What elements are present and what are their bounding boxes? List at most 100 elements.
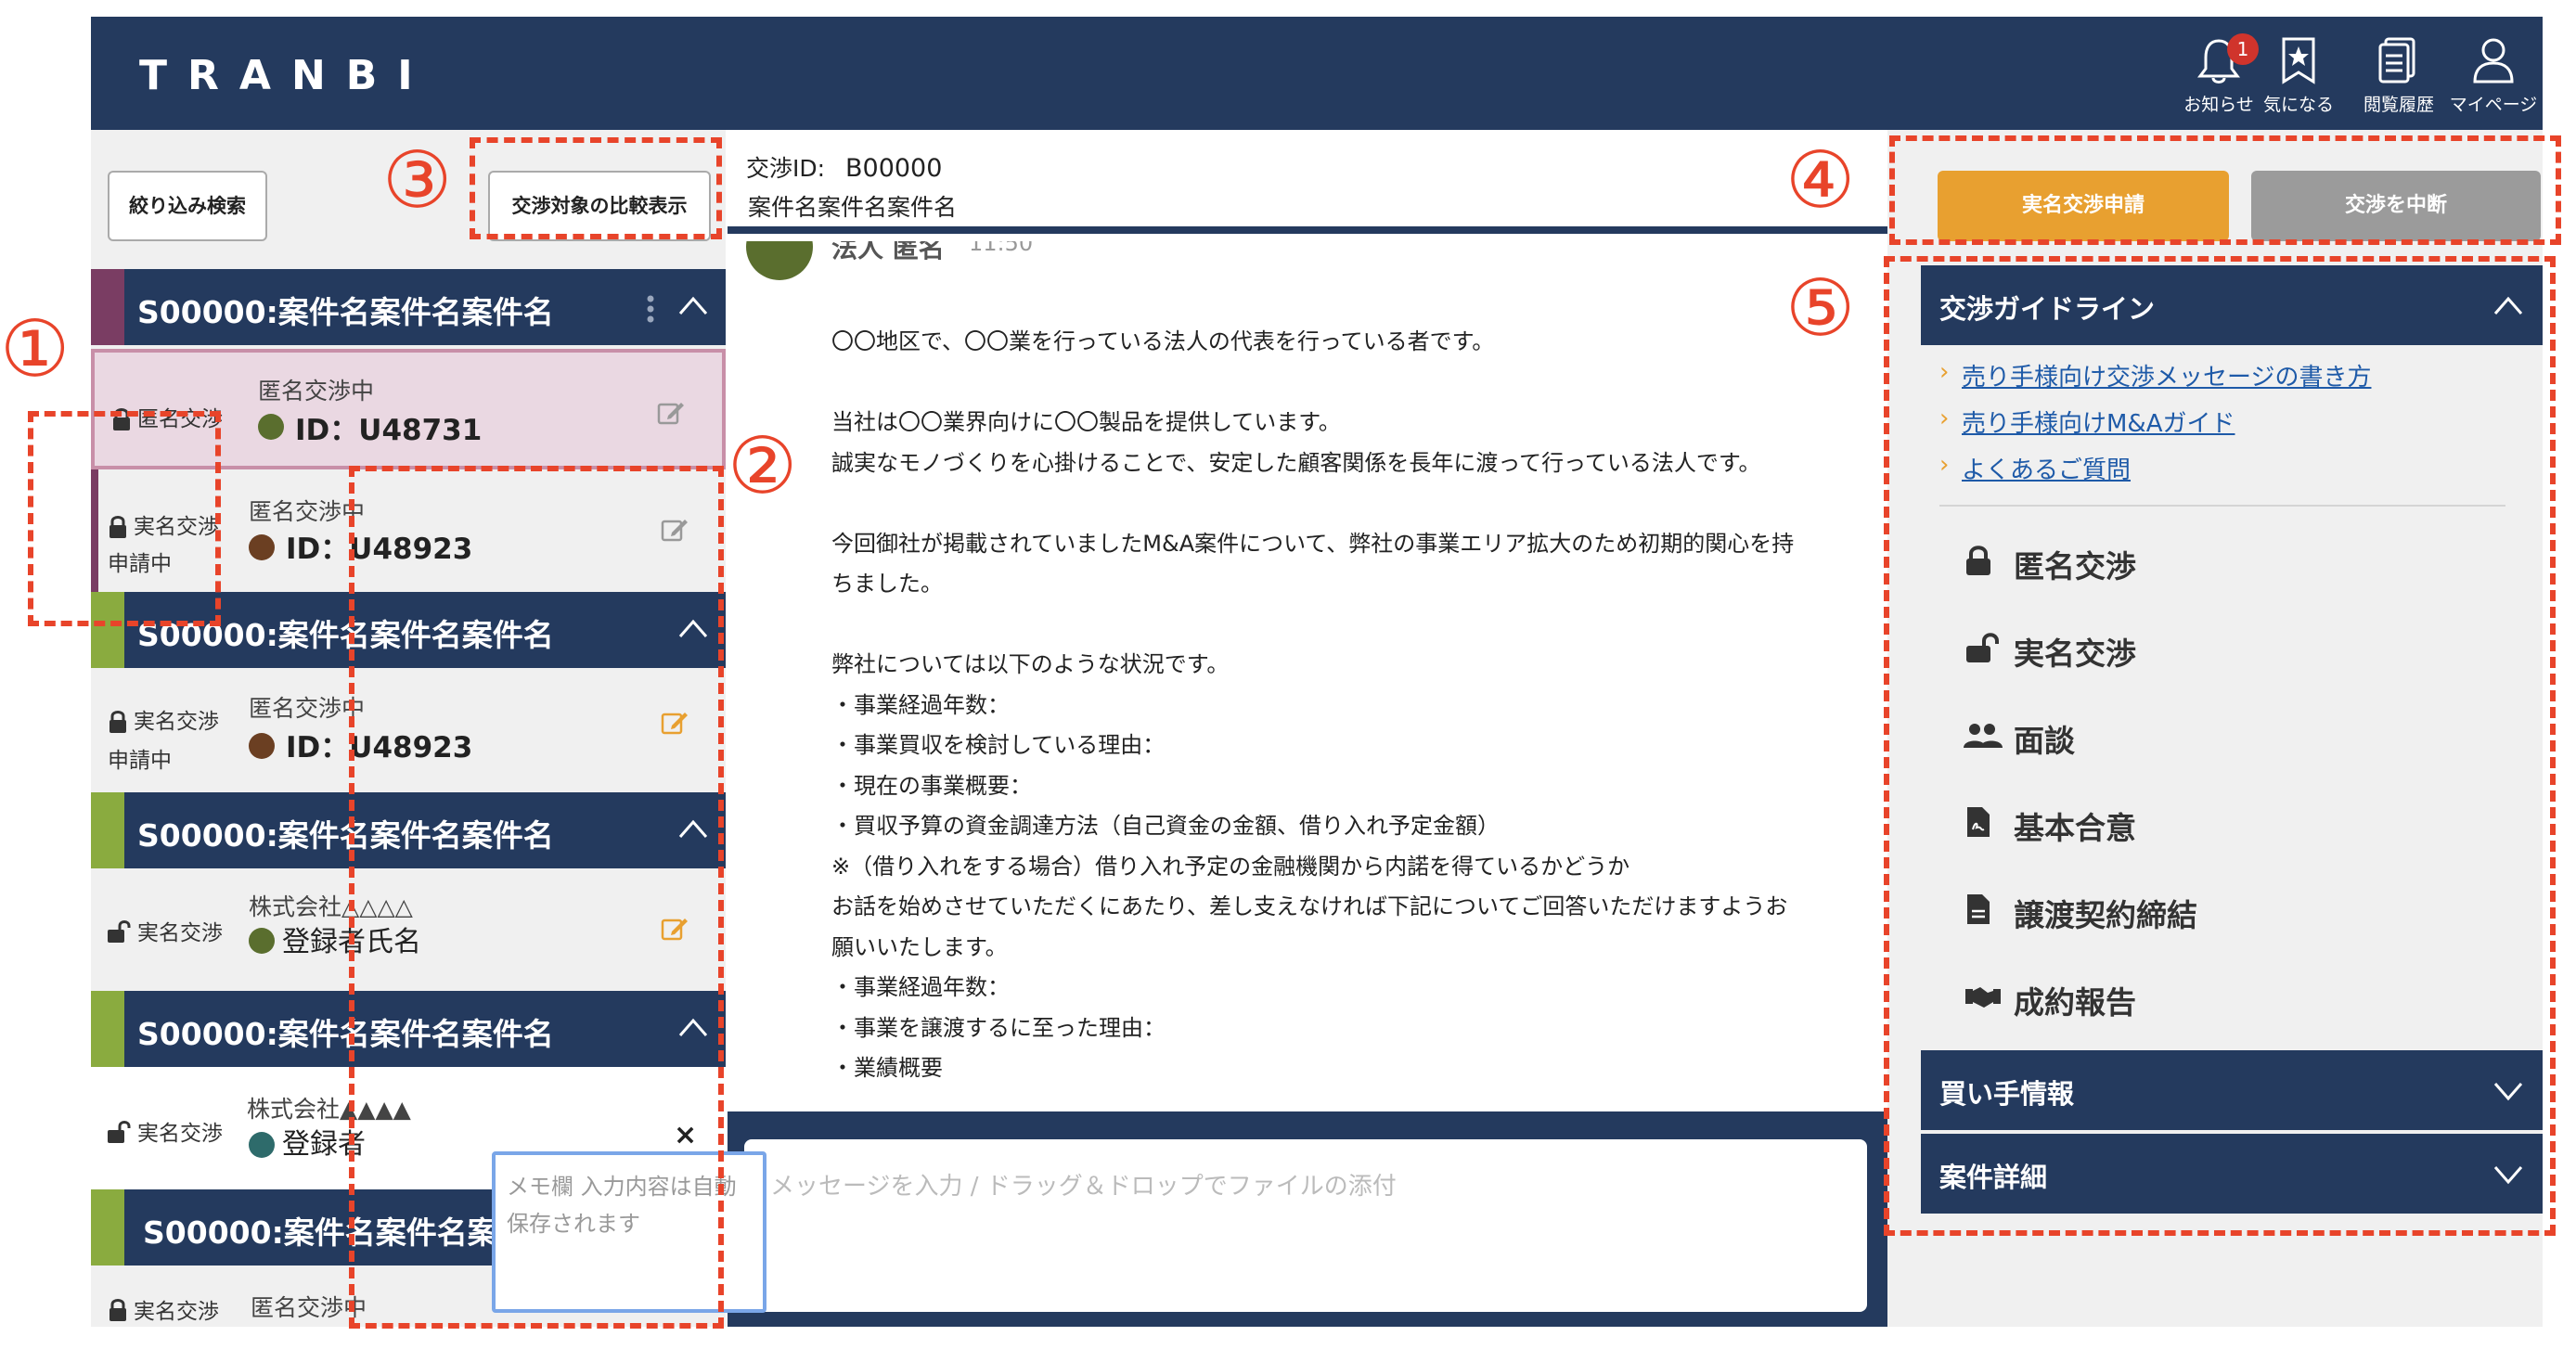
edit-memo-icon[interactable] (661, 516, 689, 542)
negotiation-stage: 匿名交渉 (137, 407, 223, 431)
message-line: 誠実なモノづくりを心掛けることで、安定した顧客関係を長年に渡って行っている法人で… (831, 449, 1761, 476)
lock-icon (109, 711, 126, 733)
negotiation-id-row: 交渉ID: B00000 (746, 150, 942, 184)
message-composer (728, 1111, 1887, 1327)
avatar (746, 241, 813, 280)
case-group-header[interactable]: S00000:案件名案件名案件名 (91, 592, 726, 668)
user-dot (258, 414, 284, 440)
edit-memo-icon[interactable] (657, 399, 685, 425)
handshake-icon (1965, 987, 2001, 1008)
message-line: ・買収予算の資金調達方法（自己資金の金額、借り入れ予定金額） (831, 813, 1500, 839)
user-dot (249, 733, 275, 759)
document-icon (1967, 894, 1990, 924)
unlock-icon (108, 920, 131, 943)
memo-input[interactable] (492, 1151, 766, 1313)
chevron-up-icon[interactable] (677, 1013, 709, 1041)
logo[interactable]: TRANBI (139, 52, 433, 99)
step-label: 実名交渉 (2014, 636, 2136, 672)
case-group-header[interactable]: S00000:案件名案件名案件名 (91, 991, 726, 1067)
case-detail-section-header[interactable]: 案件詳細 (1921, 1134, 2543, 1214)
bookmark-star-icon (2282, 37, 2315, 84)
user-dot (249, 928, 275, 954)
nav-history[interactable]: 閲覧履歴 (2348, 30, 2450, 122)
guide-link-message-writing[interactable]: 売り手様向け交渉メッセージの書き方 (1962, 358, 2371, 392)
user-id: ID：U48923 (286, 731, 473, 764)
compare-view-button[interactable]: 交渉対象の比較表示 (488, 171, 711, 241)
negotiation-stage: 実名交渉 (134, 710, 219, 734)
nav-mypage[interactable]: マイページ (2442, 30, 2543, 122)
negotiation-item[interactable]: 実名交渉 申請中 匿名交渉中 ID：U48923 (91, 668, 726, 790)
negotiation-company: 株式会社△△△△ (249, 893, 413, 920)
divider (1939, 505, 2505, 507)
message-line: ※（借り入れをする場合）借り入れ予定の金融機関から内諾を得ているかどうか (831, 853, 1630, 880)
stop-negotiation-button[interactable]: 交渉を中断 (2251, 171, 2541, 241)
sender-time: 11:50 (969, 241, 1034, 256)
item-accent-bar (91, 469, 98, 592)
negotiation-item[interactable]: 実名交渉 株式会社△△△△ 登録者氏名 (91, 868, 726, 991)
more-vertical-icon[interactable] (646, 295, 655, 323)
message-line: 当社は〇〇業界向けに〇〇製品を提供しています。 (831, 409, 1341, 435)
message-line: お話を始めさせていただくにあたり、差し支えなければ下記についてご回答いただけます… (831, 893, 1788, 919)
app-window: TRANBI 1 お知らせ 気になる 閲覧履歴 マイページ 絞り込み検索 交渉対… (91, 17, 2543, 1327)
message-line: ・事業を譲渡するに至った理由： (831, 1014, 1166, 1041)
real-name-request-button[interactable]: 実名交渉申請 (1938, 171, 2229, 241)
case-group-title: S00000:案件名案件名案件名 (137, 294, 554, 330)
memo-close-button[interactable]: × (674, 1119, 697, 1151)
step-label: 面談 (2014, 723, 2075, 759)
guide-link-faq[interactable]: よくあるご質問 (1962, 451, 2131, 485)
message-line: 弊社については以下のような状況です。 (831, 651, 1230, 677)
chevron-up-icon[interactable] (677, 614, 709, 642)
case-group-header[interactable]: S00000:案件名案件名案件名 (91, 269, 726, 345)
user-id: ID：U48731 (295, 414, 483, 447)
edit-memo-icon[interactable] (661, 709, 689, 735)
unlock-icon (1966, 633, 1999, 662)
user-icon (2473, 38, 2514, 84)
case-group-title: S00000:案件名案件名案件名 (137, 817, 554, 854)
case-group-title: S00000:案件名案件名案件名 (137, 1016, 554, 1052)
message-line: ・事業経過年数： (831, 691, 1010, 718)
message-input[interactable] (744, 1139, 1867, 1312)
negotiation-item-selected[interactable]: 匿名交渉 匿名交渉中 ID：U48731 (91, 349, 726, 469)
negotiation-header: 交渉ID: B00000 案件名案件名案件名 (728, 130, 1887, 234)
message-line: ・事業買収を検討している理由： (831, 732, 1166, 758)
user-dot (249, 1132, 275, 1158)
step-label: 基本合意 (2014, 810, 2136, 846)
filter-search-button[interactable]: 絞り込み検索 (108, 171, 267, 241)
negotiation-id: B00000 (845, 154, 943, 183)
group-color-bar (91, 792, 124, 868)
nav-favorites[interactable]: 気になる (2248, 30, 2350, 122)
negotiation-item[interactable]: 実名交渉 申請中 匿名交渉中 ID：U48923 (91, 469, 726, 592)
buyer-info-section-header[interactable]: 買い手情報 (1921, 1050, 2543, 1130)
chevron-up-icon[interactable] (677, 291, 709, 319)
guideline-panel: 実名交渉申請 交渉を中断 交渉ガイドライン › 売り手様向け交渉メッセージの書き… (1887, 130, 2543, 1327)
guideline-title: 交渉ガイドライン (1939, 293, 2156, 325)
negotiation-substatus: 匿名交渉中 (249, 498, 366, 525)
message-line: ・現在の事業概要： (831, 772, 1032, 799)
lock-icon (109, 1299, 126, 1321)
negotiation-stage: 実名交渉 (137, 1122, 223, 1146)
group-color-bar (91, 1189, 124, 1265)
step-label: 匿名交渉 (2014, 548, 2136, 585)
chevron-up-icon[interactable] (677, 815, 709, 842)
edit-memo-icon[interactable] (661, 915, 689, 941)
unlock-icon (108, 1121, 131, 1143)
link-arrow-icon: › (1939, 358, 1950, 386)
step-label: 成約報告 (2014, 984, 2136, 1021)
registrant-name: 登録者氏名 (282, 926, 421, 958)
step-label: 譲渡契約締結 (2014, 897, 2197, 933)
case-group-header[interactable]: S00000:案件名案件名案件名 (91, 792, 726, 868)
chevron-down-icon (2493, 1083, 2523, 1101)
user-dot (249, 534, 275, 560)
lock-icon (109, 516, 126, 538)
negotiation-stage-note: 申請中 (108, 749, 172, 773)
link-arrow-icon: › (1939, 405, 1950, 432)
guide-link-ma-guide[interactable]: 売り手様向けM&Aガイド (1962, 405, 2235, 439)
case-detail-title: 案件詳細 (1939, 1162, 2048, 1193)
case-name: 案件名案件名案件名 (748, 194, 958, 221)
sender-name: 法人 匿名 (831, 241, 945, 263)
message-line: ・業績概要 (831, 1055, 943, 1081)
chevron-down-icon (2493, 1166, 2523, 1185)
message-line: ちました。 (831, 571, 943, 597)
guideline-section-header[interactable]: 交渉ガイドライン (1921, 265, 2543, 345)
message-line: ・事業経過年数： (831, 974, 1010, 1000)
